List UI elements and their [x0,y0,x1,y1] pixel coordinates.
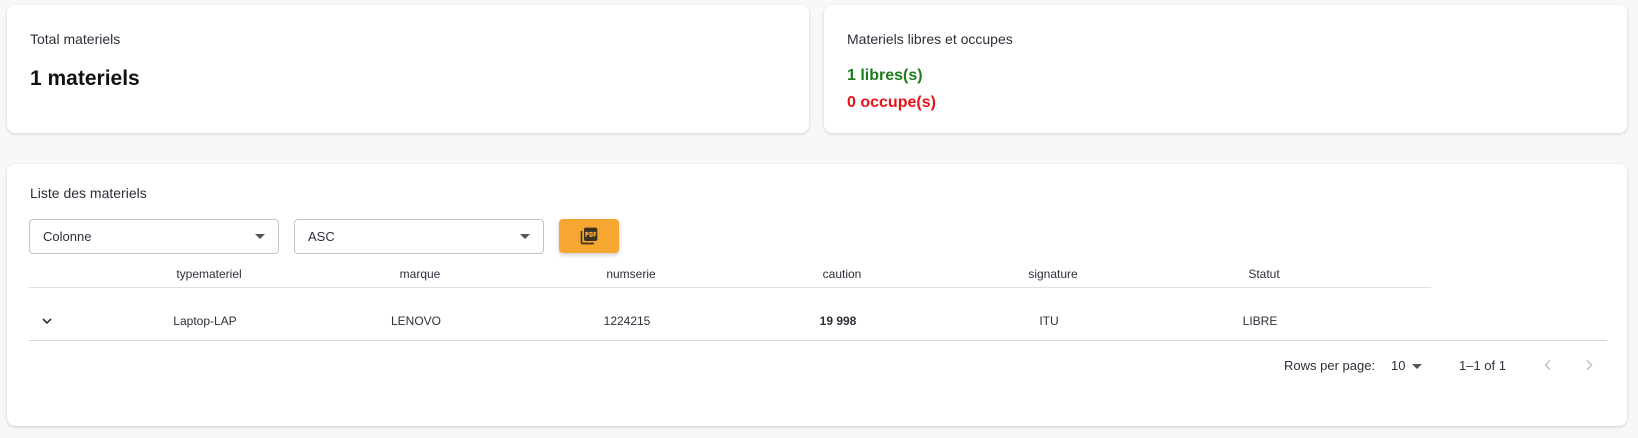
column-select[interactable]: Colonne [29,219,279,254]
cell-marque: LENOVO [390,314,442,328]
list-title: Liste des materiels [30,185,147,201]
cell-typemateriel: Laptop-LAP [173,314,237,328]
header-statut[interactable]: Statut [1248,267,1279,281]
cell-statut: LIBRE [1242,314,1278,328]
header-numserie[interactable]: numserie [606,267,655,281]
total-title: Total materiels [30,31,121,47]
header-marque[interactable]: marque [400,267,441,281]
libres-count: 1 libres(s) [847,67,923,84]
column-select-value: Colonne [43,229,92,244]
order-select[interactable]: ASC [294,219,544,254]
pdf-icon [580,227,598,245]
row-divider [29,340,1607,341]
pagination-range: 1–1 of 1 [1459,358,1506,373]
header-divider [29,287,1431,288]
dropdown-arrow-icon [520,234,530,239]
header-typemateriel[interactable]: typemateriel [176,267,241,281]
cell-numserie: 1224215 [603,314,651,328]
cell-signature: ITU [1039,314,1059,328]
export-pdf-button[interactable] [559,219,619,253]
header-caution[interactable]: caution [823,267,862,281]
order-select-value: ASC [308,229,335,244]
chevron-right-icon[interactable] [1581,357,1597,373]
rows-per-page-label: Rows per page: [1284,358,1376,373]
occupes-count: 0 occupe(s) [847,94,936,111]
dropdown-arrow-icon [255,234,265,239]
cell-caution: 19 998 [819,314,857,328]
materiels-list-card: Liste des materiels Colonne ASC typemate… [7,164,1627,426]
rows-per-page-select[interactable]: 10 [1391,358,1405,373]
header-signature[interactable]: signature [1028,267,1077,281]
libres-occupes-card: Materiels libres et occupes 1 libres(s) … [824,5,1627,133]
status-title: Materiels libres et occupes [847,31,1013,47]
chevron-down-icon[interactable] [39,313,55,329]
chevron-left-icon[interactable] [1540,357,1556,373]
total-value: 1 materiels [30,67,140,90]
total-materiels-card: Total materiels 1 materiels [7,5,809,133]
dropdown-arrow-icon[interactable] [1412,364,1422,369]
